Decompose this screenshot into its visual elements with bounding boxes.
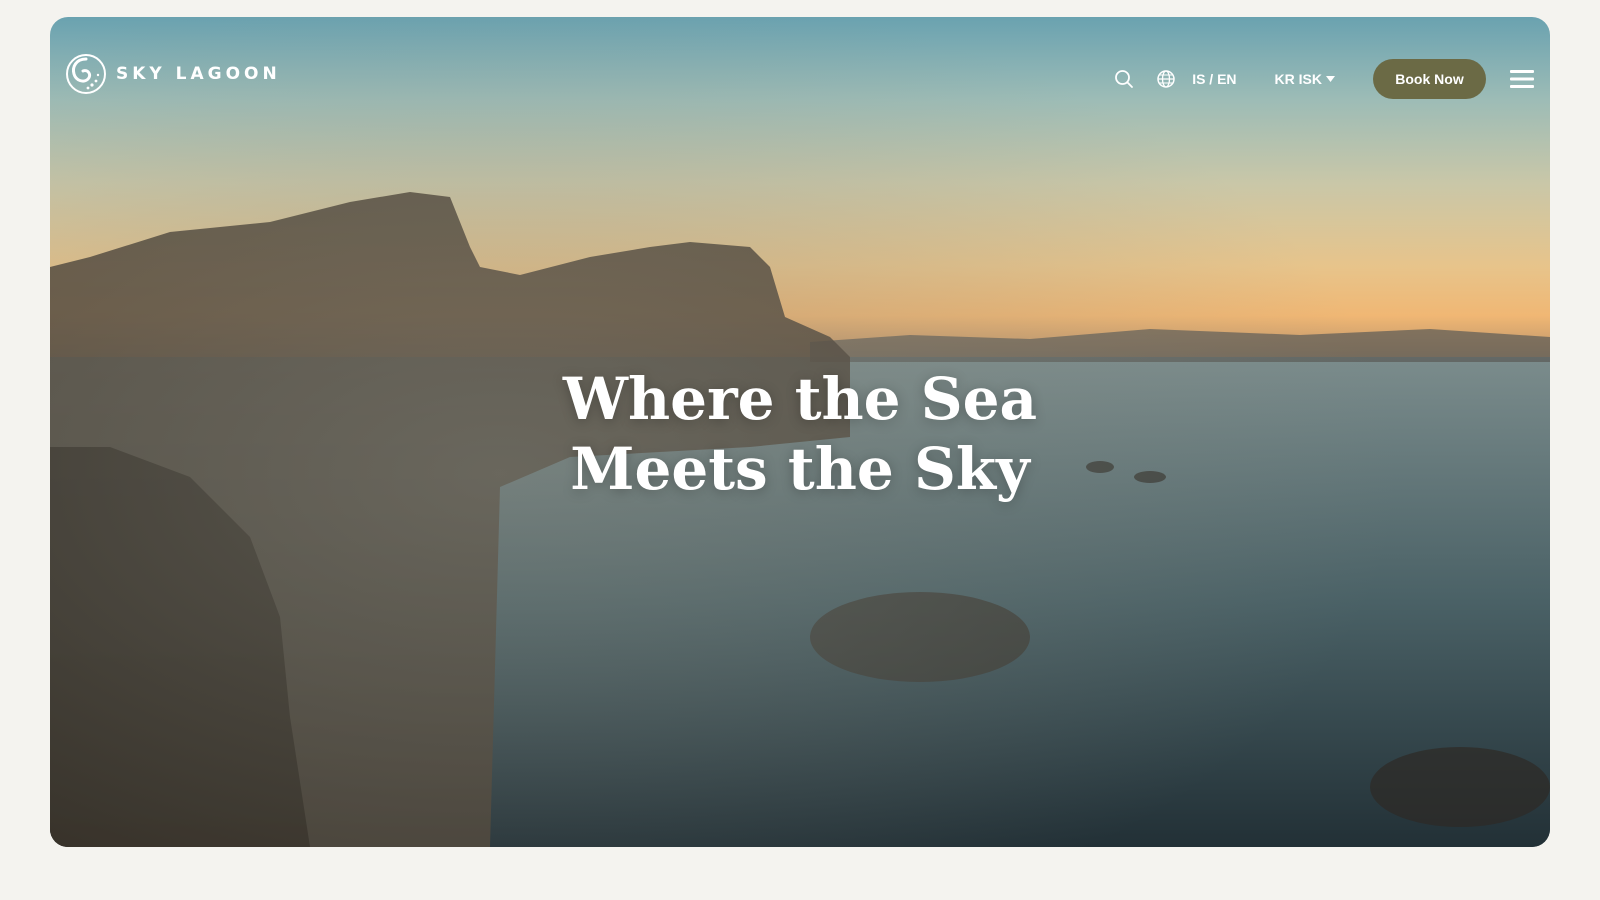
hamburger-menu-icon[interactable] [1510, 69, 1534, 89]
brand-name: SKY LAGOON [116, 64, 281, 84]
language-switcher[interactable]: IS / EN [1156, 69, 1237, 89]
brand-logo[interactable]: SKY LAGOON [66, 53, 281, 95]
language-label[interactable]: IS / EN [1192, 71, 1236, 87]
sky-lagoon-swirl-icon [66, 54, 106, 94]
chevron-down-icon [1326, 76, 1335, 82]
site-header: SKY LAGOON IS / EN KR ISK Book Now [50, 17, 1550, 137]
hero-headline: Where the Sea Meets the Sky [50, 364, 1550, 504]
header-nav: IS / EN KR ISK Book Now [1114, 59, 1534, 99]
currency-label: KR ISK [1274, 71, 1322, 87]
globe-icon [1157, 70, 1175, 88]
hero-headline-line-2: Meets the Sky [570, 435, 1030, 503]
search-icon[interactable] [1114, 69, 1134, 89]
hero-banner: SKY LAGOON IS / EN KR ISK Book Now Where… [50, 17, 1550, 847]
hero-headline-line-1: Where the Sea [562, 365, 1038, 433]
book-now-button[interactable]: Book Now [1373, 59, 1486, 99]
currency-selector[interactable]: KR ISK [1275, 71, 1335, 87]
